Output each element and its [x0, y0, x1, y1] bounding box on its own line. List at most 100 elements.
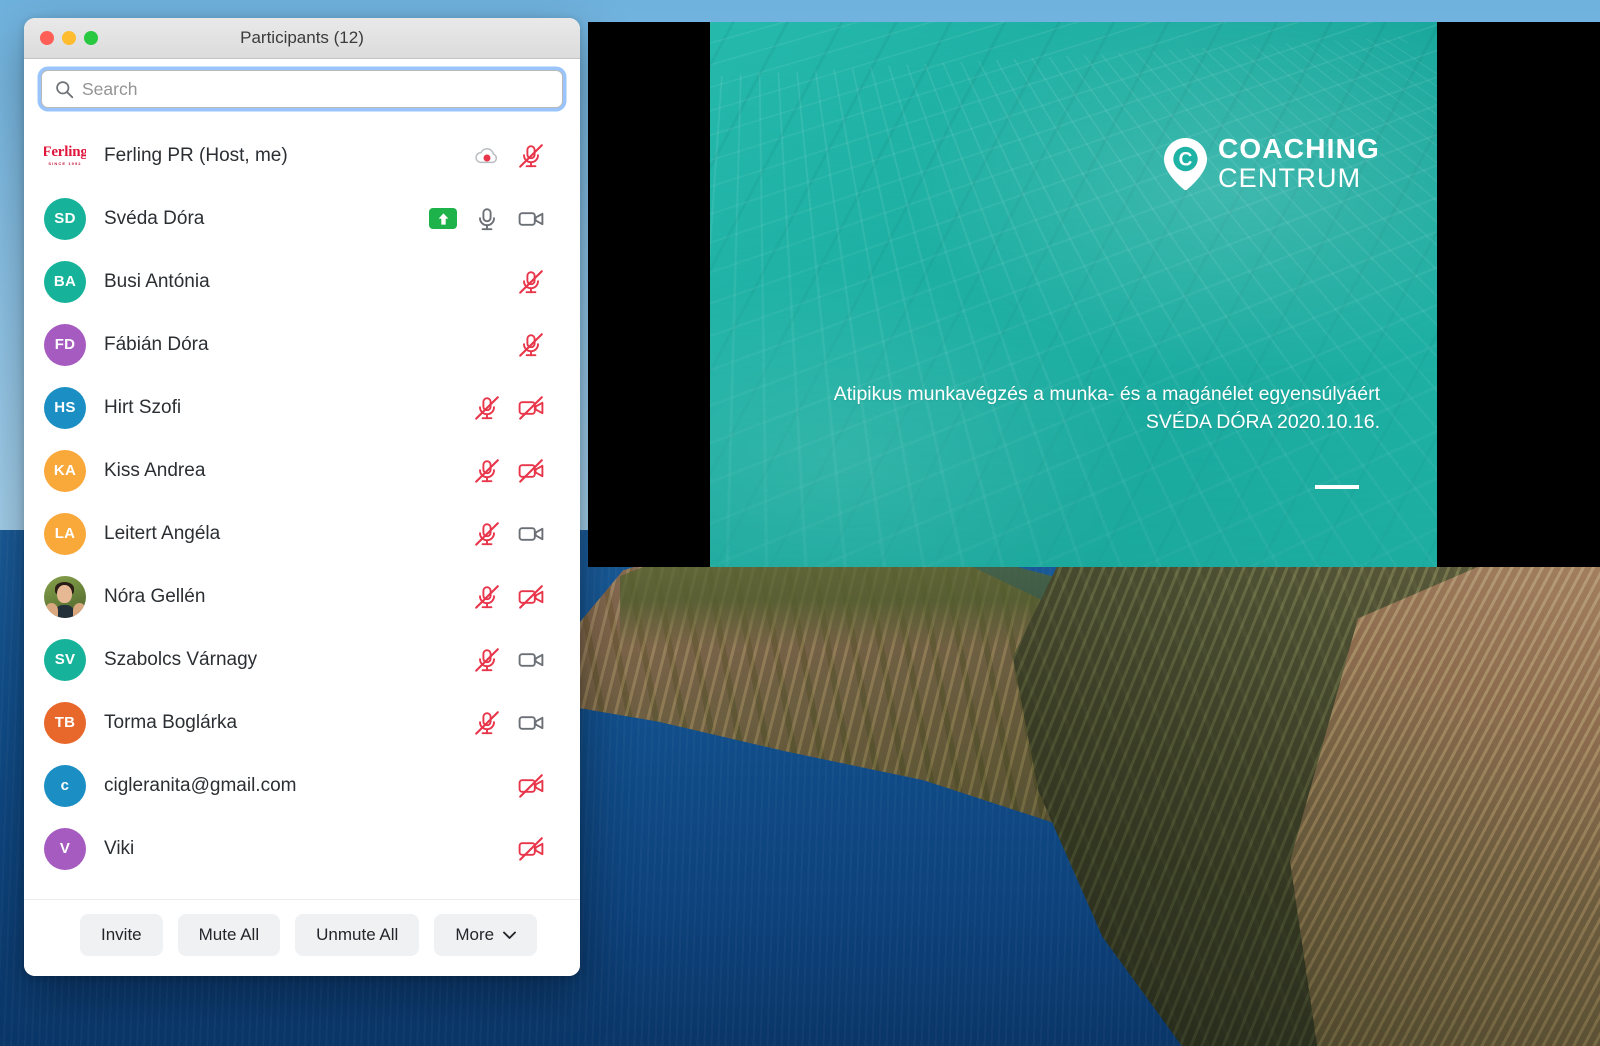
avatar: FD	[44, 323, 86, 366]
search-input[interactable]	[82, 78, 562, 100]
chevron-down-icon	[503, 931, 517, 939]
participants-window[interactable]: Participants (12) FerlingSINCE 1992Ferli…	[24, 18, 580, 976]
traffic-light-buttons[interactable]	[40, 31, 98, 45]
participant-row[interactable]: c cigleranita@gmail.com	[24, 754, 580, 817]
mic-muted-icon[interactable]	[472, 393, 502, 423]
participant-row[interactable]: FD Fábián Dóra	[24, 313, 580, 376]
ferling-logo-text: Ferling	[44, 144, 86, 160]
video-off-icon[interactable]	[516, 393, 546, 423]
icon-slot	[509, 141, 553, 171]
participant-name: Svéda Dóra	[104, 207, 205, 229]
slide-divider-rule	[1315, 485, 1359, 489]
avatar: KA	[44, 449, 86, 492]
icon-slot	[509, 645, 553, 675]
close-button[interactable]	[40, 31, 54, 45]
invite-button[interactable]: Invite	[80, 914, 163, 956]
participant-row[interactable]: TB Torma Boglárka	[24, 691, 580, 754]
more-button[interactable]: More	[434, 914, 538, 956]
participant-name: Viki	[104, 837, 135, 859]
minimize-button[interactable]	[62, 31, 76, 45]
video-on-icon[interactable]	[516, 204, 546, 234]
logo-line-1: COACHING	[1217, 133, 1380, 164]
mic-muted-icon[interactable]	[472, 519, 502, 549]
icon-slot	[465, 519, 509, 549]
participant-name: Hirt Szofi	[104, 396, 182, 418]
coaching-centrum-logo: C COACHING CENTRUM	[1163, 133, 1380, 192]
participant-name: Torma Boglárka	[104, 711, 238, 733]
zoom-button[interactable]	[84, 31, 98, 45]
participant-status-icons	[417, 771, 553, 801]
avatar: BA	[44, 260, 86, 303]
participant-row[interactable]: Nóra Gellén	[24, 565, 580, 628]
participant-row[interactable]: LA Leitert Angéla	[24, 502, 580, 565]
participant-name: cigleranita@gmail.com	[104, 774, 297, 796]
ferling-logo-subtext: SINCE 1992	[48, 161, 82, 166]
icon-slot	[509, 204, 553, 234]
icon-slot	[465, 456, 509, 486]
mic-muted-icon[interactable]	[516, 267, 546, 297]
avatar: c	[44, 764, 86, 807]
icon-slot	[465, 708, 509, 738]
location-pin-c-icon: C	[1163, 137, 1207, 190]
participant-row[interactable]: KA Kiss Andrea	[24, 439, 580, 502]
video-off-icon[interactable]	[516, 582, 546, 612]
icon-slot	[465, 141, 509, 171]
participant-name: Busi Antónia	[104, 270, 210, 292]
participant-row[interactable]: SD Svéda Dóra	[24, 187, 580, 250]
video-on-icon[interactable]	[516, 519, 546, 549]
shared-screen-video-area[interactable]: C COACHING CENTRUM Atipikus munkavégzés …	[588, 22, 1600, 567]
screen-share-badge[interactable]	[429, 208, 457, 229]
participant-status-icons	[417, 204, 553, 234]
mic-on-icon[interactable]	[472, 204, 502, 234]
participant-name: Nóra Gellén	[104, 585, 206, 607]
video-off-icon[interactable]	[516, 771, 546, 801]
video-off-icon[interactable]	[516, 834, 546, 864]
participant-name: Ferling PR (Host, me)	[104, 144, 288, 166]
icon-slot	[509, 519, 553, 549]
presentation-slide: C COACHING CENTRUM Atipikus munkavégzés …	[710, 22, 1437, 567]
video-on-icon[interactable]	[516, 645, 546, 675]
icon-slot	[509, 708, 553, 738]
unmute-all-button[interactable]: Unmute All	[295, 914, 420, 956]
cloud-recording-icon[interactable]	[472, 141, 502, 171]
avatar: HS	[44, 386, 86, 429]
participant-row[interactable]: SV Szabolcs Várnagy	[24, 628, 580, 691]
participant-row[interactable]: V Viki	[24, 817, 580, 880]
window-title: Participants (12)	[240, 28, 364, 47]
participant-status-icons	[417, 582, 553, 612]
search-icon	[56, 80, 74, 98]
icon-slot	[509, 267, 553, 297]
mic-muted-icon[interactable]	[472, 582, 502, 612]
slide-title-block: Atipikus munkavégzés a munka- és a magán…	[834, 380, 1380, 437]
video-on-icon[interactable]	[516, 708, 546, 738]
icon-slot	[421, 208, 465, 229]
mic-muted-icon[interactable]	[516, 141, 546, 171]
mic-muted-icon[interactable]	[472, 645, 502, 675]
participant-status-icons	[417, 708, 553, 738]
mic-muted-icon[interactable]	[472, 456, 502, 486]
participant-status-icons	[417, 141, 553, 171]
icon-slot	[509, 456, 553, 486]
participant-status-icons	[417, 834, 553, 864]
mic-muted-icon[interactable]	[472, 708, 502, 738]
participants-footer-toolbar: Invite Mute All Unmute All More	[24, 899, 580, 976]
mic-muted-icon[interactable]	[516, 330, 546, 360]
participant-status-icons	[417, 330, 553, 360]
arrow-up-icon	[438, 212, 448, 225]
participant-row[interactable]: HS Hirt Szofi	[24, 376, 580, 439]
mute-all-button[interactable]: Mute All	[177, 914, 281, 956]
avatar: SV	[44, 638, 86, 681]
avatar: LA	[44, 512, 86, 555]
icon-slot	[465, 645, 509, 675]
video-off-icon[interactable]	[516, 456, 546, 486]
participant-list[interactable]: Ferling SINCE 1992 Ferling PR (Host, me) SD…	[24, 117, 580, 899]
window-titlebar[interactable]: Participants (12)	[24, 18, 580, 59]
participant-row[interactable]: Ferling SINCE 1992 Ferling PR (Host, me)	[24, 124, 580, 187]
participant-row[interactable]: BA Busi Antónia	[24, 250, 580, 313]
search-field[interactable]	[41, 70, 563, 108]
icon-slot	[509, 834, 553, 864]
icon-slot	[465, 582, 509, 612]
participant-status-icons	[417, 645, 553, 675]
slide-subtitle: SVÉDA DÓRA 2020.10.16.	[1145, 411, 1380, 434]
avatar	[44, 575, 86, 618]
